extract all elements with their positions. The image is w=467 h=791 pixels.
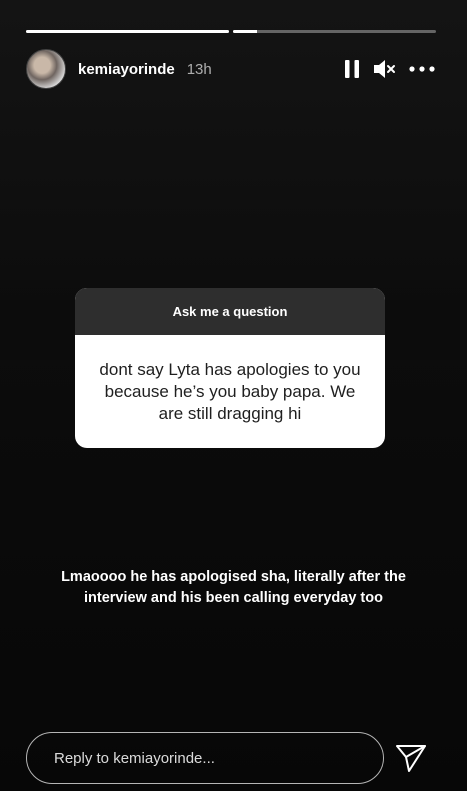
more-options-button[interactable] (408, 65, 436, 73)
post-time: 13h (186, 60, 212, 78)
question-text: dont say Lyta has apologies to you becau… (99, 359, 361, 423)
paper-plane-icon (396, 745, 426, 772)
story-caption: Lmaoooo he has apologised sha, literally… (61, 569, 406, 606)
story-header: kemiayorinde 13h (26, 49, 436, 89)
muted-speaker-icon (374, 60, 395, 78)
progress-segment (26, 30, 229, 33)
username[interactable]: kemiayorinde (78, 61, 175, 78)
question-sticker-title: Ask me a question (75, 288, 385, 335)
send-button[interactable] (394, 741, 428, 775)
progress-fill (26, 30, 229, 33)
question-sticker[interactable]: Ask me a question dont say Lyta has apol… (75, 288, 385, 448)
pause-button[interactable] (344, 59, 360, 79)
story-viewer: kemiayorinde 13h Ask me a question dont … (0, 0, 467, 791)
progress-segment (233, 30, 436, 33)
mute-button[interactable] (372, 58, 396, 80)
pause-icon (345, 60, 359, 78)
avatar[interactable] (26, 49, 66, 89)
reply-box[interactable] (26, 732, 384, 784)
more-horizontal-icon (409, 66, 435, 72)
story-progress (26, 30, 436, 33)
progress-fill (233, 30, 258, 33)
story-controls (344, 58, 436, 80)
reply-input[interactable] (52, 748, 356, 768)
